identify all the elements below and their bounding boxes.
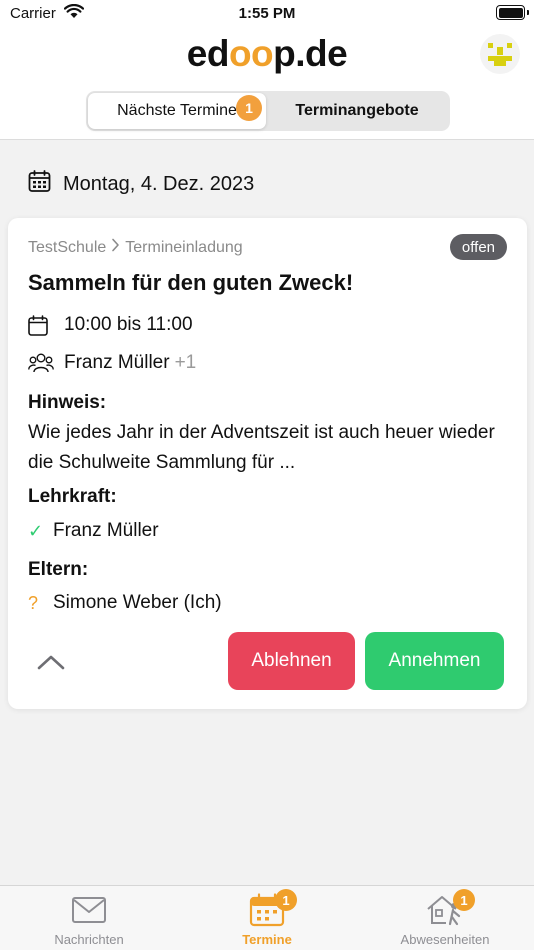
status-bar: Carrier 1:55 PM [0, 0, 534, 30]
date-heading: Montag, 4. Dez. 2023 [28, 170, 254, 198]
parent-name: Simone Weber (Ich) [53, 592, 222, 613]
breadcrumb: TestSchule Termineinladung [28, 238, 243, 257]
tab-label: Terminangebote [295, 102, 419, 119]
logo-prefix: ed [186, 33, 230, 74]
logo-owl: oo [228, 33, 274, 74]
appointment-time: 10:00 bis 11:00 [64, 314, 193, 335]
tab-label: Abwesenheiten [400, 932, 490, 947]
chevron-right-icon [111, 238, 120, 257]
tab-label: Nachrichten [54, 932, 124, 947]
logo-suffix: p.de [273, 33, 348, 74]
tab-label: Nächste Termine [117, 102, 237, 119]
tab-termine[interactable]: 1 Termine [226, 886, 308, 950]
hint-label: Hinweis: [28, 392, 107, 413]
participant-name: Franz Müller [64, 352, 170, 373]
checkmark-icon: ✓ [28, 520, 44, 541]
decline-button[interactable]: Ablehnen [228, 632, 355, 690]
tab-terminangebote[interactable]: Terminangebote [266, 93, 448, 129]
status-badge: offen [449, 234, 507, 260]
house-person-icon: 1 [425, 889, 475, 927]
tab-bar: Nachrichten 1 Termine 1 Abwesenheiten [0, 885, 534, 950]
calendar-icon: 1 [247, 889, 297, 927]
parent-row: ? Simone Weber (Ich) [28, 592, 222, 614]
appointment-title: Sammeln für den guten Zweck! [28, 270, 354, 295]
tab-nachrichten[interactable]: Nachrichten [48, 886, 130, 950]
parents-label: Eltern: [28, 559, 89, 580]
accept-button[interactable]: Annehmen [365, 632, 504, 690]
participants-row: Franz Müller +1 [28, 352, 196, 374]
app-logo: edoop.de [0, 33, 534, 75]
battery-icon [496, 5, 525, 20]
date-label: Montag, 4. Dez. 2023 [63, 172, 255, 195]
question-mark-icon: ? [28, 592, 39, 613]
tab-naechste-termine[interactable]: Nächste Termine 1 [88, 93, 266, 129]
hint-text: Wie jedes Jahr in der Adventszeit ist au… [28, 422, 495, 473]
tab-abwesenheiten[interactable]: 1 Abwesenheiten [391, 886, 499, 950]
smiley-avatar-icon[interactable] [480, 34, 520, 74]
tab-label: Termine [242, 932, 292, 947]
tab-count-badge: 1 [236, 95, 262, 121]
app-header: edoop.de Nächste Termine 1 Terminangebot… [0, 30, 534, 140]
segmented-control: Nächste Termine 1 Terminangebote [86, 91, 450, 131]
teacher-name: Franz Müller [53, 520, 159, 541]
teacher-label: Lehrkraft: [28, 486, 117, 507]
tab-count-badge: 1 [453, 889, 475, 911]
tab-count-badge: 1 [275, 889, 297, 911]
people-icon [28, 352, 54, 374]
battery-cap [527, 10, 529, 15]
participants-more: +1 [174, 352, 197, 373]
breadcrumb-type: Termineinladung [125, 238, 243, 256]
appointment-card[interactable]: TestSchule Termineinladung offen Sammeln… [8, 218, 527, 709]
breadcrumb-school: TestSchule [28, 238, 107, 256]
envelope-icon [69, 893, 109, 927]
teacher-row: ✓ Franz Müller [28, 520, 159, 542]
chevron-up-icon[interactable] [36, 650, 66, 674]
clock: 1:55 PM [238, 5, 296, 22]
calendar-outline-icon [28, 314, 54, 336]
appointment-time-row: 10:00 bis 11:00 [28, 314, 193, 336]
calendar-icon [28, 170, 51, 198]
